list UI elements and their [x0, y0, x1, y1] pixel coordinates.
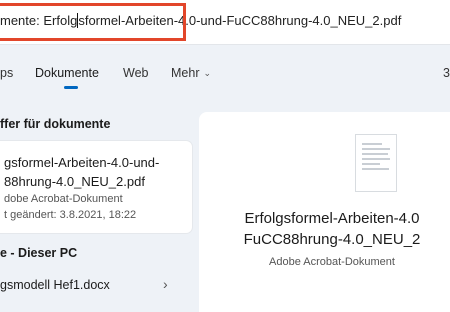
preview-type: Adobe Acrobat-Dokument [269, 256, 395, 268]
filter-tabs: ps Dokumente Web Mehr ⌄ [0, 60, 450, 94]
tab-mehr[interactable]: Mehr ⌄ [171, 66, 211, 80]
tab-apps[interactable]: ps [0, 66, 13, 80]
preview-title-line1: Erfolgsformel-Arbeiten-4.0 [244, 210, 420, 227]
active-tab-indicator [64, 86, 78, 89]
best-match-name: gsformel-Arbeiten-4.0-und- 88hrung-4.0_N… [4, 153, 159, 191]
chevron-right-icon[interactable]: › [163, 276, 168, 292]
best-match-name-line1: gsformel-Arbeiten-4.0-und- [4, 155, 160, 170]
chevron-down-icon: ⌄ [203, 67, 212, 78]
best-match-type: dobe Acrobat-Dokument [4, 193, 123, 205]
search-bar[interactable]: mente: Erfolgsformel-Arbeiten-4.0-und-Fu… [0, 0, 450, 45]
best-match-heading: ffer für dokumente [0, 117, 111, 131]
list-item-name: gsmodell Hef1.docx [0, 278, 110, 292]
best-match-changed: t geändert: 3.8.2021, 18:22 [4, 209, 137, 221]
preview-title: Erfolgsformel-Arbeiten-4.0 FuCC88hrung-4… [207, 208, 450, 250]
list-item[interactable]: gsmodell Hef1.docx › [0, 270, 190, 298]
tab-dokumente[interactable]: Dokumente [35, 66, 99, 80]
tab-mehr-label: Mehr [171, 66, 200, 80]
this-pc-heading: e - Dieser PC [0, 246, 78, 260]
pdf-thumbnail-icon [355, 134, 397, 192]
preview-title-line2: FuCC88hrung-4.0_NEU_2 [243, 231, 421, 248]
result-count-fragment: 3 [443, 66, 450, 80]
tab-web[interactable]: Web [123, 66, 148, 80]
search-highlight-box [0, 3, 186, 41]
best-match-card[interactable]: gsformel-Arbeiten-4.0-und- 88hrung-4.0_N… [0, 141, 192, 233]
best-match-name-line2: 88hrung-4.0_NEU_2.pdf [4, 174, 145, 189]
